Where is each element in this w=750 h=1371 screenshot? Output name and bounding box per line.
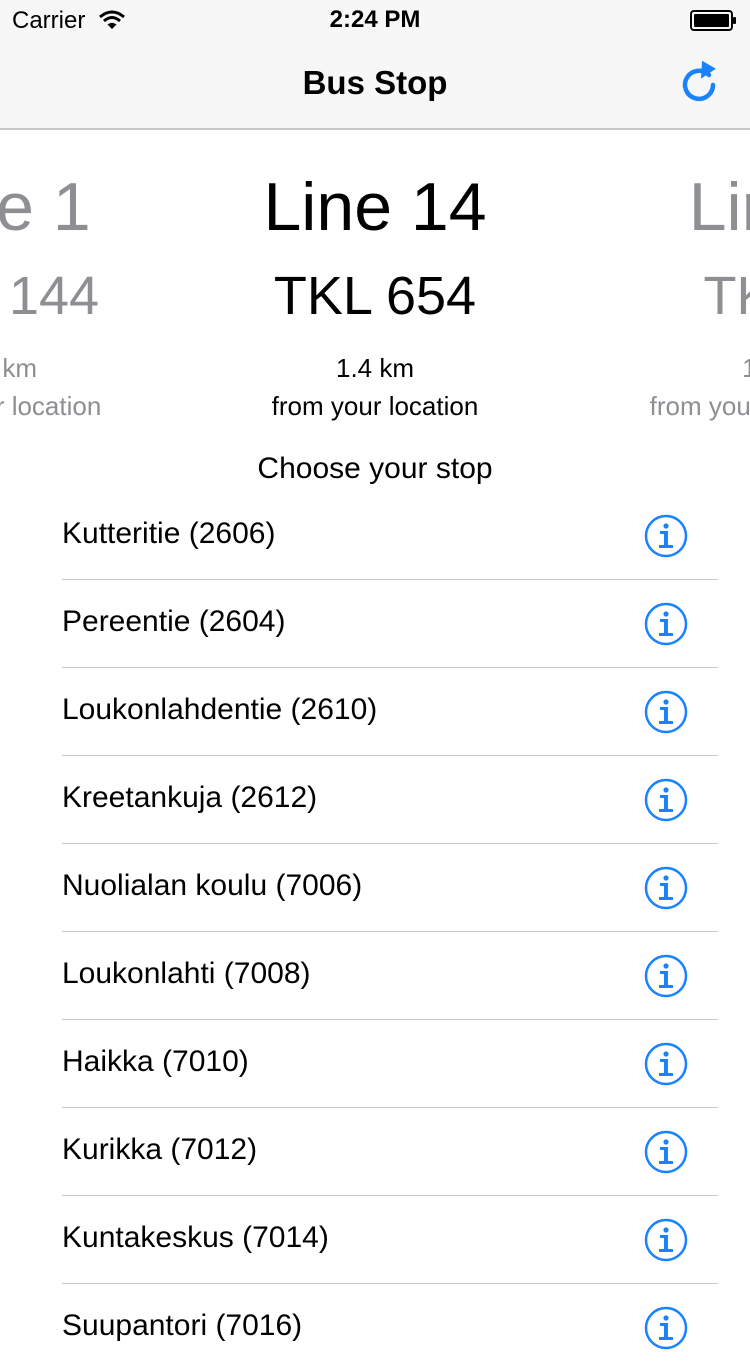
distance-caption: from your location — [271, 391, 479, 421]
stop-row[interactable]: Kreetankuja (2612) — [62, 756, 718, 844]
info-icon[interactable] — [644, 1218, 688, 1262]
stop-label: Loukonlahti (7008) — [62, 957, 311, 990]
stop-label: Kurikka (7012) — [62, 1133, 258, 1166]
carousel-page-current[interactable]: Line 14 TKL 654 1.4 km from your locatio… — [187, 130, 563, 422]
stop-row[interactable]: Loukonlahti (7008) — [62, 932, 718, 1020]
stop-label: Loukonlahdentie (2610) — [62, 693, 378, 726]
stop-label: Kreetankuja (2612) — [62, 781, 318, 814]
carousel-page-previous[interactable]: Line 1 TKL 144 1.4 km from your location — [0, 130, 186, 422]
info-icon[interactable] — [644, 1042, 688, 1086]
distance-value: 1. — [742, 353, 750, 383]
info-icon[interactable] — [644, 866, 688, 910]
page-title: Bus Stop — [302, 64, 448, 101]
info-icon[interactable] — [644, 954, 688, 998]
distance-caption: from your location — [0, 391, 102, 421]
stop-label: Haikka (7010) — [62, 1045, 249, 1078]
line-title: Line 14 — [263, 169, 487, 245]
navigation-bar: Bus Stop — [0, 40, 750, 130]
line-title: Line 1 — [0, 169, 91, 245]
line-title: Line — [688, 169, 750, 245]
battery-icon — [690, 10, 736, 31]
stop-label: Suupantori (7016) — [62, 1309, 303, 1342]
carousel-page-next[interactable]: Line TKL 1. from your location — [565, 130, 750, 422]
stop-row[interactable]: Suupantori (7016) — [62, 1284, 718, 1371]
stop-row[interactable]: Nuolialan koulu (7006) — [62, 844, 718, 932]
status-time: 2:24 PM — [329, 6, 421, 33]
refresh-icon[interactable] — [676, 58, 722, 110]
stop-label: Pereentie (2604) — [62, 605, 286, 638]
info-icon[interactable] — [644, 1306, 688, 1350]
stop-label: Nuolialan koulu (7006) — [62, 869, 363, 902]
vehicle-id: TKL 144 — [0, 266, 100, 326]
info-icon[interactable] — [644, 514, 688, 558]
distance-caption: from your location — [649, 391, 750, 421]
stop-row[interactable]: Loukonlahdentie (2610) — [62, 668, 718, 756]
stop-list: Kutteritie (2606) Pereentie (2604) Louko… — [62, 492, 718, 1371]
info-icon[interactable] — [644, 1130, 688, 1174]
stop-row[interactable]: Kurikka (7012) — [62, 1108, 718, 1196]
line-carousel[interactable]: Line 1 TKL 144 1.4 km from your location… — [0, 130, 750, 430]
info-icon[interactable] — [644, 778, 688, 822]
status-bar: Carrier 2:24 PM — [0, 0, 750, 40]
choose-stop-heading: Choose your stop — [257, 452, 493, 485]
stop-label: Kutteritie (2606) — [62, 517, 276, 550]
vehicle-id: TKL — [703, 266, 750, 326]
stop-row[interactable]: Kutteritie (2606) — [62, 492, 718, 580]
distance-value: 1.4 km — [335, 353, 415, 383]
info-icon[interactable] — [644, 690, 688, 734]
stop-row[interactable]: Haikka (7010) — [62, 1020, 718, 1108]
stop-row[interactable]: Kuntakeskus (7014) — [62, 1196, 718, 1284]
stop-row[interactable]: Pereentie (2604) — [62, 580, 718, 668]
distance-value: 1.4 km — [0, 353, 38, 383]
stop-label: Kuntakeskus (7014) — [62, 1221, 329, 1254]
info-icon[interactable] — [644, 602, 688, 646]
vehicle-id: TKL 654 — [273, 266, 477, 326]
